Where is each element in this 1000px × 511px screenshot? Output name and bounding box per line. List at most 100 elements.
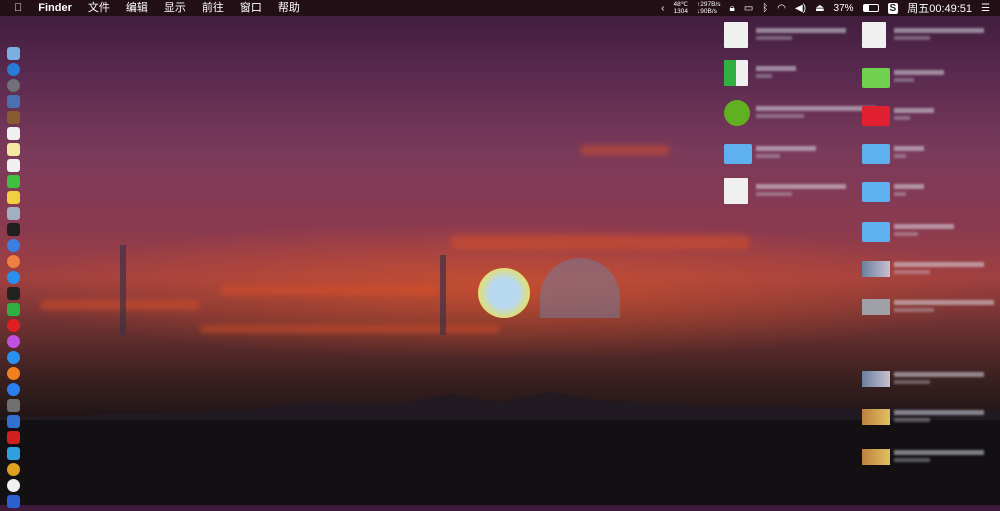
- desktop-item-label-blurred: [894, 450, 984, 455]
- dock-chrome-icon[interactable]: [7, 463, 20, 476]
- menu-go[interactable]: 前往: [194, 0, 232, 16]
- desktop-item[interactable]: [724, 60, 854, 90]
- dock-calculator-icon[interactable]: [7, 287, 20, 300]
- desktop-item-label-blurred: [894, 146, 924, 151]
- desktop-item[interactable]: [862, 366, 992, 396]
- desktop-item[interactable]: [724, 100, 876, 130]
- dock-contacts-icon[interactable]: [7, 415, 20, 428]
- dock-launchpad-icon[interactable]: [7, 79, 20, 92]
- notification-center-icon[interactable]: ☰: [981, 3, 990, 14]
- desktop-item-sublabel-blurred: [894, 232, 918, 236]
- dock-ibooks-icon[interactable]: [7, 367, 20, 380]
- battery-icon[interactable]: [862, 4, 879, 12]
- dock-siri-icon[interactable]: [7, 239, 20, 252]
- desktop-item[interactable]: [862, 404, 992, 434]
- desktop-item-sublabel-blurred: [894, 418, 930, 422]
- dock-facetime-icon[interactable]: [7, 303, 20, 316]
- image-thumbnail-icon: [862, 261, 890, 277]
- desktop-item-sublabel-blurred: [894, 154, 906, 158]
- desktop-item-label-blurred: [756, 66, 796, 71]
- dock: [3, 44, 21, 511]
- bluetooth-icon[interactable]: ᛒ: [762, 3, 768, 14]
- app-menu-finder[interactable]: Finder: [30, 0, 80, 16]
- sogou-input-icon[interactable]: S: [887, 2, 899, 14]
- chevron-left-icon[interactable]: ‹: [661, 3, 664, 14]
- dock-calendar-icon[interactable]: [7, 127, 20, 140]
- desktop-item[interactable]: [862, 102, 992, 132]
- desktop-item[interactable]: [862, 256, 992, 286]
- airplay-icon[interactable]: ⏏︎: [815, 3, 824, 14]
- dock-finder-icon[interactable]: [7, 47, 20, 60]
- menu-window[interactable]: 窗口: [232, 0, 270, 16]
- menu-file[interactable]: 文件: [80, 0, 118, 16]
- desktop-item[interactable]: [862, 140, 992, 170]
- apple-menu-icon[interactable]: : [0, 0, 30, 16]
- desktop-item[interactable]: [724, 178, 854, 208]
- temperature: 48℃: [673, 1, 689, 8]
- clock[interactable]: 周五00:49:51: [907, 0, 972, 16]
- folder-icon: [862, 144, 890, 164]
- dock-migration-assistant-icon[interactable]: [7, 447, 20, 460]
- dock-notes-icon[interactable]: [7, 143, 20, 156]
- desktop-item-sublabel-blurred: [756, 74, 772, 78]
- dock-wechat-icon[interactable]: [7, 175, 20, 188]
- dock-preview-icon[interactable]: [7, 95, 20, 108]
- dock-xcode-icon[interactable]: [7, 495, 20, 508]
- desktop-item-label-blurred: [894, 372, 984, 377]
- menu-view[interactable]: 显示: [156, 0, 194, 16]
- desktop-item[interactable]: [862, 444, 992, 474]
- dock-system-preferences-icon[interactable]: [7, 399, 20, 412]
- dock-terminal-icon[interactable]: [7, 223, 20, 236]
- dock-qq-browser-icon[interactable]: [7, 351, 20, 364]
- desktop-item[interactable]: [862, 178, 992, 208]
- document-icon: [724, 178, 748, 204]
- folder-icon: [724, 144, 752, 164]
- image-thumbnail-icon: [862, 409, 890, 425]
- dock-app-store-icon[interactable]: [7, 383, 20, 396]
- desktop-item-label-blurred: [756, 106, 876, 111]
- menu-edit[interactable]: 编辑: [118, 0, 156, 16]
- display-icon[interactable]: ▭: [744, 3, 753, 14]
- desktop-item-sublabel-blurred: [756, 192, 792, 196]
- desktop-item-label-blurred: [756, 146, 816, 151]
- desktop-item[interactable]: [862, 218, 992, 248]
- desktop-item[interactable]: [724, 140, 854, 170]
- dock-flash-player-icon[interactable]: [7, 431, 20, 444]
- dock-stickies-icon[interactable]: [7, 191, 20, 204]
- dock-messages-icon[interactable]: [7, 271, 20, 284]
- dock-photos-icon[interactable]: [7, 255, 20, 268]
- dock-notebook-icon[interactable]: [7, 111, 20, 124]
- battery-percent[interactable]: 37%: [834, 3, 854, 14]
- desktop-item-sublabel-blurred: [894, 116, 910, 120]
- volume-icon[interactable]: ◀︎): [795, 3, 806, 14]
- network-stats[interactable]: ↑297B/s ↓90B/s: [697, 1, 721, 15]
- lock-icon[interactable]: 🔒︎: [730, 3, 735, 14]
- wallpaper-palm: [120, 245, 126, 335]
- dock-netease-music-icon[interactable]: [7, 319, 20, 332]
- desktop-item[interactable]: [724, 22, 854, 52]
- dock-reminders-icon[interactable]: [7, 159, 20, 172]
- desktop-item-label-blurred: [894, 410, 984, 415]
- fan-speed: 1304: [673, 8, 688, 15]
- desktop-item[interactable]: [862, 294, 994, 324]
- desktop-item-label-blurred: [894, 300, 994, 305]
- menu-bar:  Finder 文件 编辑 显示 前往 窗口 帮助 ‹ 48℃1304 ↑29…: [0, 0, 1000, 16]
- desktop-item-sublabel-blurred: [756, 114, 804, 118]
- desktop-item-label-blurred: [894, 224, 954, 229]
- folder-icon: [862, 182, 890, 202]
- dock-photo-viewer-icon[interactable]: [7, 207, 20, 220]
- menu-help[interactable]: 帮助: [270, 0, 308, 16]
- dock-safari-icon[interactable]: [7, 63, 20, 76]
- desktop-item-sublabel-blurred: [894, 308, 934, 312]
- desktop-item-label-blurred: [894, 70, 944, 75]
- desktop-item[interactable]: [862, 22, 992, 52]
- image-thumbnail-icon: [862, 371, 890, 387]
- desktop-item-sublabel-blurred: [894, 270, 930, 274]
- desktop-item-sublabel-blurred: [894, 78, 914, 82]
- dock-crown-app-icon[interactable]: [7, 479, 20, 492]
- app-icon: [724, 100, 750, 126]
- sensor-stats[interactable]: 48℃ 1304: [673, 1, 688, 15]
- dock-itunes-icon[interactable]: [7, 335, 20, 348]
- desktop-item[interactable]: [862, 64, 992, 94]
- wifi-icon[interactable]: ◠: [777, 3, 786, 14]
